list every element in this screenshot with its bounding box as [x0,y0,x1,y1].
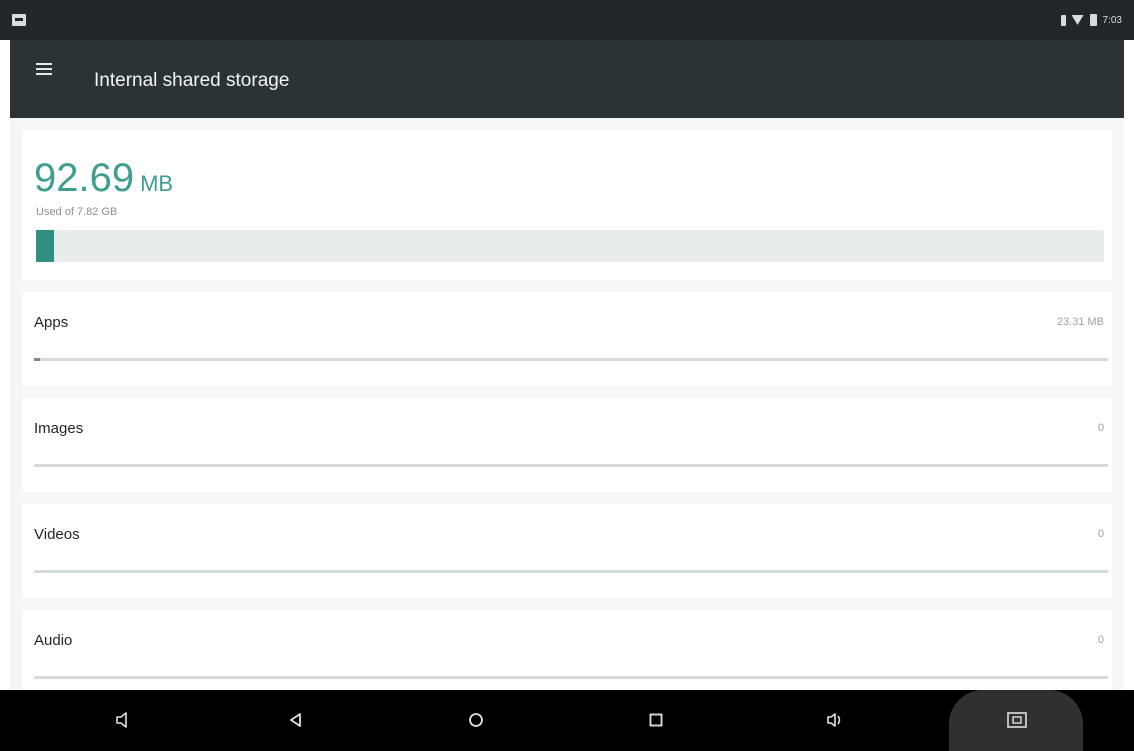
used-amount: 92.69 MB [34,156,173,206]
recents-icon [649,713,663,727]
category-bar [34,570,1108,573]
category-row-apps[interactable]: Apps 23.31 MB [22,292,1112,386]
page-title: Internal shared storage [94,70,290,91]
category-size: 0 [1097,634,1104,646]
category-bar-fill [34,358,40,361]
category-size: 0 [1097,528,1104,540]
category-label: Videos [34,526,80,543]
category-bar [34,464,1108,467]
volume-down-button[interactable] [99,700,147,740]
wifi-icon [1071,15,1084,25]
menu-button[interactable] [14,39,74,99]
navigation-bar [0,690,1134,751]
status-left [12,14,26,26]
category-label: Apps [34,314,69,331]
screenshot-icon [1007,712,1027,728]
volume-up-button[interactable] [811,700,859,740]
category-row-images[interactable]: Images 0 [22,398,1112,492]
used-caption: Used of 7.82 GB [36,206,118,218]
toolbar: Internal shared storage [10,40,1124,118]
category-bar [34,676,1108,679]
used-value: 92.69 [34,156,135,200]
status-bar: 7:03 [0,0,1134,40]
screenshot-button[interactable] [993,700,1041,740]
category-size: 0 [1097,422,1104,434]
usage-fill [36,230,54,262]
battery-icon [1089,14,1097,26]
recents-button[interactable] [632,700,680,740]
volume-up-icon [827,713,841,727]
status-time: 7:03 [1102,14,1122,26]
back-button[interactable] [272,700,320,740]
hamburger-menu-icon [36,63,52,75]
category-bar [34,358,1108,361]
category-size: 23.31 MB [1056,316,1104,328]
category-row-videos[interactable]: Videos 0 [22,504,1112,598]
home-button[interactable] [452,700,500,740]
category-label: Audio [34,632,73,649]
notification-icon [12,14,26,26]
category-row-audio[interactable]: Audio 0 [22,610,1112,690]
back-icon [290,713,301,727]
storage-content: 92.69 MB Used of 7.82 GB Apps 23.31 MB Im… [10,118,1124,690]
usage-bar [36,230,1104,262]
storage-summary: 92.69 MB Used of 7.82 GB [22,130,1112,280]
category-label: Images [34,420,84,437]
used-unit: MB [140,171,174,196]
home-icon [469,713,483,727]
status-right: 7:03 [1060,14,1122,26]
bluetooth-icon [1060,14,1066,26]
volume-down-icon [116,712,127,728]
